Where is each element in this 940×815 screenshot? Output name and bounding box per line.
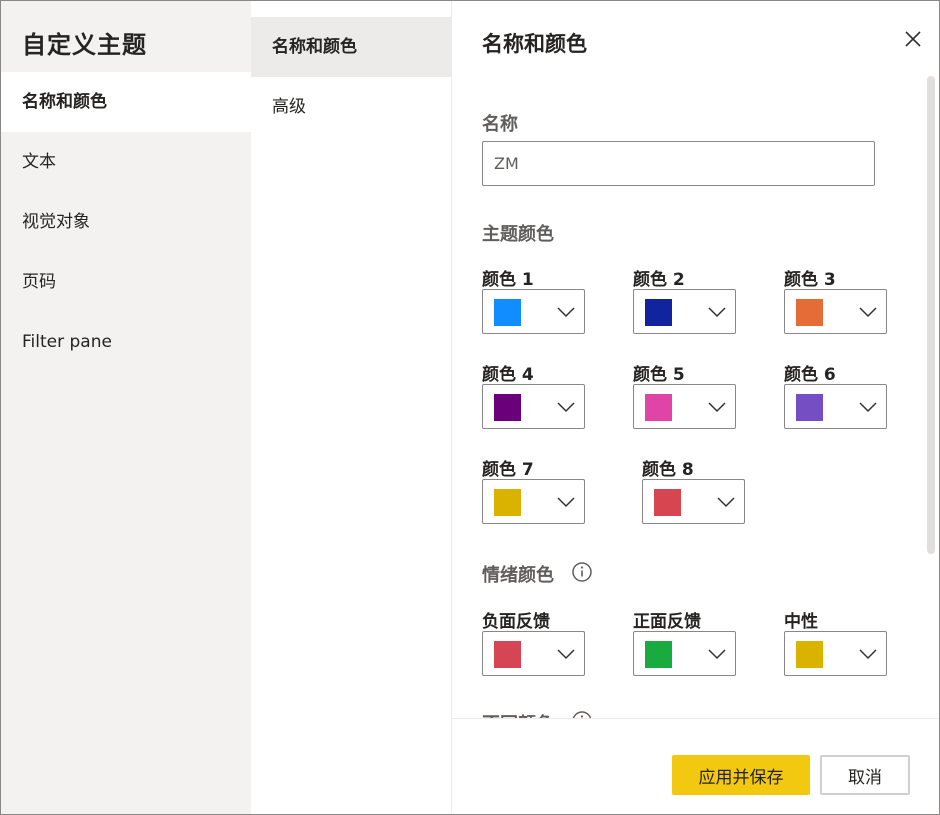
color-swatch — [494, 394, 521, 421]
dialog-footer: 应用并保存 取消 — [452, 718, 939, 814]
color-label: 颜色 5 — [633, 365, 685, 385]
left-nav-item-filter-pane[interactable]: Filter pane — [1, 312, 251, 372]
color-picker-negative[interactable] — [482, 631, 585, 676]
color-label: 颜色 6 — [784, 365, 836, 385]
color-label: 颜色 3 — [784, 270, 836, 290]
left-nav-item-page[interactable]: 页码 — [1, 252, 251, 312]
color-label: 颜色 8 — [642, 460, 694, 480]
chevron-down-icon — [859, 307, 877, 318]
color-label: 中性 — [784, 612, 818, 632]
customize-theme-dialog: 自定义主题 名称和颜色 文本 视觉对象 页码 Filter pane 名称和颜色… — [0, 0, 940, 815]
theme-name-input[interactable] — [482, 141, 875, 186]
apply-and-save-button[interactable]: 应用并保存 — [672, 755, 810, 795]
color-label: 正面反馈 — [633, 612, 701, 632]
left-nav-item-visuals[interactable]: 视觉对象 — [1, 192, 251, 252]
chevron-down-icon — [557, 497, 575, 508]
cancel-button[interactable]: 取消 — [820, 755, 910, 795]
color-swatch — [645, 299, 672, 326]
color-swatch — [796, 394, 823, 421]
content-scroll-area: 名称 主题颜色 颜色 1 颜色 2 颜色 3 — [452, 76, 939, 718]
left-nav-pane: 自定义主题 名称和颜色 文本 视觉对象 页码 Filter pane — [1, 1, 251, 814]
chevron-down-icon — [557, 307, 575, 318]
info-icon — [572, 562, 592, 582]
color-label: 负面反馈 — [482, 612, 550, 632]
sentiment-colors-label: 情绪颜色 — [482, 565, 554, 586]
close-button[interactable] — [901, 27, 925, 51]
color-label: 颜色 2 — [633, 270, 685, 290]
color-picker-2[interactable] — [633, 289, 736, 334]
chevron-down-icon — [859, 402, 877, 413]
color-picker-neutral[interactable] — [784, 631, 887, 676]
dialog-title: 自定义主题 — [22, 31, 147, 59]
color-swatch — [494, 641, 521, 668]
sub-nav-item-advanced[interactable]: 高级 — [251, 77, 451, 137]
theme-colors-label: 主题颜色 — [482, 224, 554, 245]
color-picker-7[interactable] — [482, 479, 585, 524]
color-label: 颜色 1 — [482, 270, 534, 290]
color-swatch — [645, 641, 672, 668]
left-nav-item-name-and-colors[interactable]: 名称和颜色 — [1, 72, 251, 132]
chevron-down-icon — [708, 307, 726, 318]
color-picker-8[interactable] — [642, 479, 745, 524]
content-title: 名称和颜色 — [482, 32, 587, 56]
content-pane: 名称和颜色 名称 主题颜色 颜色 1 颜色 2 — [452, 1, 939, 814]
content-scrollbar[interactable] — [927, 76, 935, 554]
color-swatch — [645, 394, 672, 421]
chevron-down-icon — [717, 497, 735, 508]
color-picker-5[interactable] — [633, 384, 736, 429]
sub-nav-pane: 名称和颜色 高级 — [251, 1, 452, 814]
color-swatch — [654, 489, 681, 516]
color-swatch — [494, 299, 521, 326]
color-picker-positive[interactable] — [633, 631, 736, 676]
info-icon — [572, 711, 592, 718]
chevron-down-icon — [708, 649, 726, 660]
chevron-down-icon — [859, 649, 877, 660]
name-label: 名称 — [482, 114, 518, 135]
divergent-colors-label: 不同颜色 — [482, 710, 554, 718]
left-nav-item-text[interactable]: 文本 — [1, 132, 251, 192]
color-picker-4[interactable] — [482, 384, 585, 429]
color-label: 颜色 7 — [482, 460, 534, 480]
left-nav-list: 名称和颜色 文本 视觉对象 页码 Filter pane — [1, 72, 251, 372]
chevron-down-icon — [557, 402, 575, 413]
color-swatch — [796, 641, 823, 668]
chevron-down-icon — [708, 402, 726, 413]
color-swatch — [796, 299, 823, 326]
sub-nav-item-name-and-colors[interactable]: 名称和颜色 — [251, 17, 451, 77]
color-picker-1[interactable] — [482, 289, 585, 334]
color-picker-3[interactable] — [784, 289, 887, 334]
close-icon — [905, 31, 921, 47]
color-swatch — [494, 489, 521, 516]
sub-nav-list: 名称和颜色 高级 — [251, 17, 451, 137]
chevron-down-icon — [557, 649, 575, 660]
color-label: 颜色 4 — [482, 365, 534, 385]
color-picker-6[interactable] — [784, 384, 887, 429]
